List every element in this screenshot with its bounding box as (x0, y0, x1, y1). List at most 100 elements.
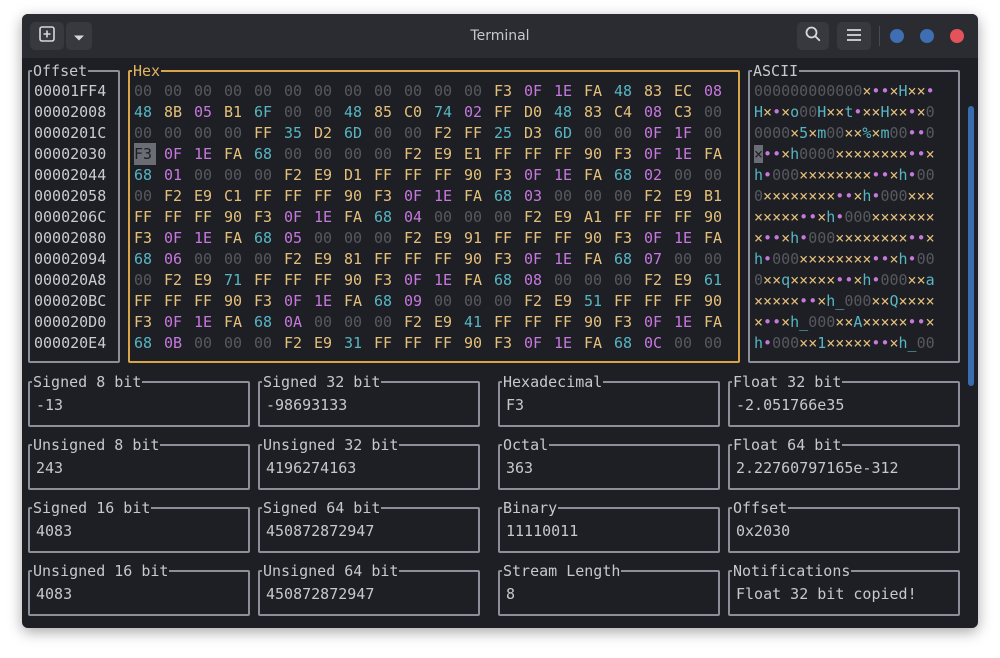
hex-byte[interactable]: FF (374, 332, 396, 354)
offset-field[interactable]: Offset 0x2030 (728, 499, 960, 553)
hex-byte[interactable]: FA (464, 185, 486, 207)
hex-byte[interactable]: 81 (344, 248, 366, 270)
hex-byte[interactable]: 0F (524, 164, 546, 186)
hex-byte[interactable]: 0F (644, 143, 666, 165)
unsigned-8-bit-field[interactable]: Unsigned 8 bit 243 (28, 436, 250, 490)
hex-byte[interactable]: 00 (554, 269, 576, 291)
hex-byte[interactable]: 0C (644, 332, 666, 354)
maximize-button[interactable] (920, 29, 934, 43)
hex-byte[interactable]: 00 (674, 164, 696, 186)
hex-byte[interactable]: 1E (434, 185, 456, 207)
hex-byte[interactable]: 25 (494, 122, 516, 144)
hex-byte[interactable]: F3 (614, 143, 636, 165)
hex-byte[interactable]: 48 (134, 101, 156, 123)
hexadecimal-field[interactable]: Hexadecimal F3 (498, 373, 720, 427)
hex-byte[interactable]: 00 (464, 80, 486, 102)
hex-byte[interactable]: F2 (434, 122, 456, 144)
hex-byte[interactable]: FA (584, 80, 606, 102)
hex-byte[interactable]: F2 (644, 269, 666, 291)
hex-byte[interactable]: 00 (344, 227, 366, 249)
hex-byte[interactable]: 00 (584, 269, 606, 291)
hex-byte[interactable]: FF (524, 311, 546, 333)
hex-byte[interactable]: E9 (194, 269, 216, 291)
hex-byte[interactable]: FF (494, 101, 516, 123)
menu-button[interactable] (837, 22, 871, 50)
hex-byte[interactable]: D3 (524, 122, 546, 144)
hex-byte[interactable]: 00 (584, 185, 606, 207)
hex-byte[interactable]: FF (494, 143, 516, 165)
hex-byte[interactable]: 68 (374, 290, 396, 312)
hex-byte[interactable]: 6F (254, 101, 276, 123)
hex-byte[interactable]: F3 (494, 248, 516, 270)
hex-byte[interactable]: FF (374, 164, 396, 186)
hex-byte[interactable]: 00 (434, 206, 456, 228)
hex-byte[interactable]: E9 (434, 311, 456, 333)
hex-byte[interactable]: 90 (464, 248, 486, 270)
hex-byte[interactable]: 1F (674, 122, 696, 144)
hex-byte[interactable]: 00 (194, 248, 216, 270)
hex-byte[interactable]: 00 (434, 80, 456, 102)
hex-byte[interactable]: FF (614, 290, 636, 312)
hex-byte[interactable]: F2 (284, 248, 306, 270)
hex-byte[interactable]: 51 (584, 290, 606, 312)
hex-byte[interactable]: F3 (134, 227, 156, 249)
hex-byte[interactable]: FF (644, 290, 666, 312)
hex-byte[interactable]: F3 (494, 80, 516, 102)
hex-byte[interactable]: 00 (674, 248, 696, 270)
hex-byte[interactable]: 00 (284, 80, 306, 102)
hex-byte[interactable]: E1 (464, 143, 486, 165)
hex-byte[interactable]: 04 (404, 206, 426, 228)
hex-byte[interactable]: 90 (704, 206, 726, 228)
hex-byte[interactable]: 90 (344, 185, 366, 207)
hex-byte[interactable]: FF (434, 332, 456, 354)
hex-byte[interactable]: 74 (434, 101, 456, 123)
hex-byte[interactable]: FA (584, 164, 606, 186)
hex-byte[interactable]: 68 (254, 311, 276, 333)
hex-byte[interactable]: 00 (704, 164, 726, 186)
hex-byte[interactable]: FA (584, 332, 606, 354)
hex-byte[interactable]: 61 (704, 269, 726, 291)
hex-byte[interactable]: 00 (494, 290, 516, 312)
hex-byte[interactable]: F3 (254, 206, 276, 228)
hex-byte[interactable]: 00 (464, 206, 486, 228)
hex-byte[interactable]: 00 (224, 164, 246, 186)
hex-byte[interactable]: FA (224, 143, 246, 165)
hex-byte[interactable]: 1E (194, 227, 216, 249)
hex-byte[interactable]: FF (134, 290, 156, 312)
hex-byte[interactable]: FA (704, 143, 726, 165)
hex-byte[interactable]: FF (194, 290, 216, 312)
hex-byte[interactable]: 68 (614, 248, 636, 270)
hex-byte[interactable]: 00 (194, 164, 216, 186)
hex-byte[interactable]: 00 (374, 143, 396, 165)
hex-byte[interactable]: C3 (674, 101, 696, 123)
hex-byte[interactable]: 00 (374, 80, 396, 102)
hex-byte[interactable]: 06 (164, 248, 186, 270)
hex-byte[interactable]: 00 (404, 122, 426, 144)
hex-byte[interactable]: 0F (524, 332, 546, 354)
hex-byte[interactable]: 0F (644, 122, 666, 144)
hex-byte[interactable]: 00 (254, 332, 276, 354)
hex-byte[interactable]: FF (404, 248, 426, 270)
hex-byte[interactable]: FA (704, 311, 726, 333)
hex-byte[interactable]: 1E (554, 332, 576, 354)
hex-byte[interactable]: 00 (614, 269, 636, 291)
hex-byte[interactable]: E9 (554, 290, 576, 312)
scrollbar[interactable] (968, 106, 974, 386)
hex-byte[interactable]: 0F (524, 80, 546, 102)
hex-byte[interactable]: 00 (314, 311, 336, 333)
minimize-button[interactable] (890, 29, 904, 43)
hex-byte[interactable]: 00 (134, 269, 156, 291)
hex-byte[interactable]: F2 (164, 185, 186, 207)
hex-byte[interactable]: 00 (224, 248, 246, 270)
hex-byte[interactable]: F3 (614, 311, 636, 333)
hex-byte[interactable]: F3 (254, 290, 276, 312)
hex-byte[interactable]: 90 (224, 206, 246, 228)
hex-byte[interactable]: 00 (434, 290, 456, 312)
hex-byte[interactable]: 68 (254, 227, 276, 249)
hex-byte[interactable]: FF (434, 248, 456, 270)
hex-byte[interactable]: 00 (314, 80, 336, 102)
hex-byte[interactable]: FF (194, 206, 216, 228)
hex-byte[interactable]: 09 (404, 290, 426, 312)
octal-field[interactable]: Octal 363 (498, 436, 720, 490)
hex-byte[interactable]: F3 (614, 227, 636, 249)
